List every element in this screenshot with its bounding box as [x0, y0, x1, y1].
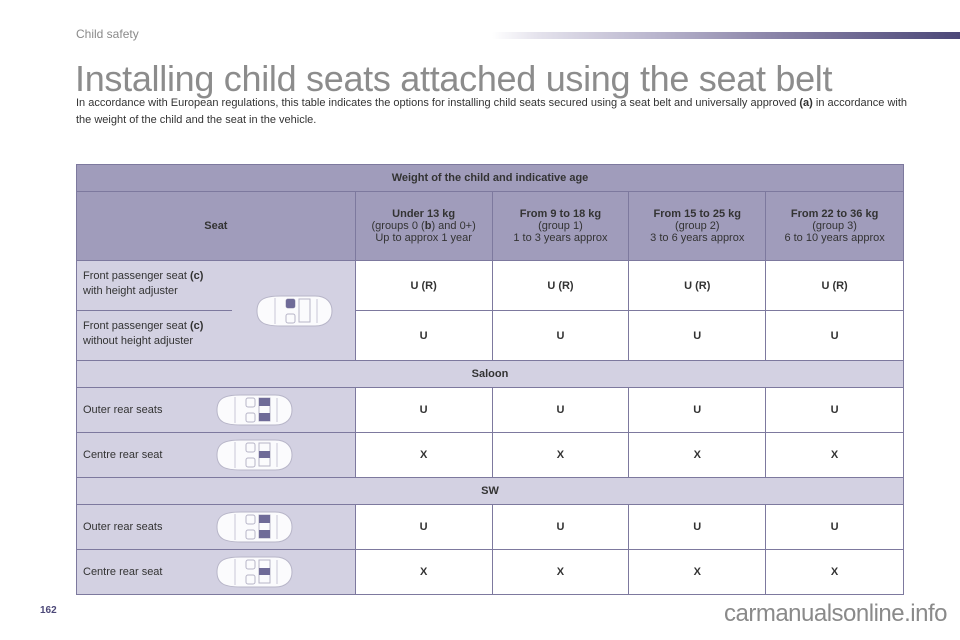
- seat-label-cell: Outer rear seats: [76, 504, 356, 550]
- table-row: Outer rear seats U U U U: [76, 387, 904, 433]
- cell-value: U: [491, 504, 630, 550]
- header-gradient-bar: [492, 32, 960, 39]
- intro-note: (a): [799, 97, 813, 109]
- cell-value: U: [765, 310, 904, 361]
- car-seat-diagram-icon: [256, 295, 333, 327]
- cell-value: U: [354, 310, 493, 361]
- cell-value: U: [765, 504, 904, 550]
- column-group: (group 2): [674, 220, 720, 232]
- column-header: From 22 to 36 kg (group 3) 6 to 10 years…: [765, 191, 904, 261]
- cell-value: X: [354, 432, 493, 478]
- seat-label-cell: Centre rear seat: [76, 549, 356, 595]
- column-group: (groups 0 (b) and 0+): [356, 220, 492, 232]
- column-header: Under 13 kg (groups 0 (b) and 0+) Up to …: [354, 191, 493, 261]
- column-age: 3 to 6 years approx: [650, 232, 745, 244]
- intro-paragraph: In accordance with European regulations,…: [76, 95, 916, 129]
- seat-label: Outer rear seats: [83, 521, 163, 533]
- cell-value: X: [491, 549, 630, 595]
- cell-value: X: [765, 549, 904, 595]
- seat-label: Outer rear seats: [83, 404, 163, 416]
- cell-value: X: [491, 432, 630, 478]
- cell-value: X: [354, 549, 493, 595]
- cell-value: U (R): [491, 260, 630, 311]
- cell-value: U: [628, 310, 767, 361]
- cell-value: U: [628, 387, 767, 433]
- group-text: (groups 0 (: [371, 220, 425, 232]
- car-seat-diagram-icon: [216, 511, 293, 543]
- group-row: SW: [76, 477, 904, 505]
- seat-label: Centre rear seat: [83, 449, 163, 461]
- page-number: 162: [40, 605, 57, 616]
- group-label: Saloon: [76, 360, 904, 388]
- car-seat-diagram-icon: [216, 556, 293, 588]
- cell-value: U: [491, 310, 630, 361]
- seat-label: Front passenger seat (c) without height a…: [83, 320, 204, 347]
- cell-value: X: [628, 549, 767, 595]
- cell-value: U: [491, 387, 630, 433]
- group-label: SW: [76, 477, 904, 505]
- column-weight: From 22 to 36 kg: [790, 208, 879, 220]
- cell-value: U: [354, 504, 493, 550]
- column-group: (group 1): [538, 220, 583, 232]
- seat-label: Centre rear seat: [83, 566, 163, 578]
- seat-label-cell: Outer rear seats: [76, 387, 356, 433]
- column-weight: From 15 to 25 kg: [653, 208, 741, 220]
- cell-value: X: [765, 432, 904, 478]
- page-title: Installing child seats attached using th…: [75, 58, 833, 99]
- seat-label-cell: Centre rear seat: [76, 432, 356, 478]
- cell-value: U (R): [765, 260, 904, 311]
- column-age: Up to approx 1 year: [375, 232, 472, 244]
- cell-value: U: [354, 387, 493, 433]
- column-age: 1 to 3 years approx: [513, 232, 608, 244]
- column-weight: From 9 to 18 kg: [519, 208, 602, 220]
- cell-value: U: [628, 504, 767, 550]
- section-label: Child safety: [76, 27, 139, 41]
- cell-value: U (R): [628, 260, 767, 311]
- front-seat-label-cell: Front passenger seat (c) with height adju…: [76, 260, 356, 361]
- car-seat-diagram-icon: [216, 439, 293, 471]
- column-group: (group 3): [812, 220, 857, 232]
- cell-value: U (R): [354, 260, 493, 311]
- car-seat-diagram-icon: [216, 394, 293, 426]
- group-text: ) and 0+): [431, 220, 476, 232]
- seat-header: Seat: [76, 191, 356, 261]
- seat-label: Front passenger seat (c) with height adju…: [77, 261, 232, 311]
- table-caption: Weight of the child and indicative age: [76, 164, 904, 192]
- column-age: 6 to 10 years approx: [784, 232, 885, 244]
- watermark: carmanualsonline.info: [724, 600, 947, 627]
- table-row: Centre rear seat X X X X: [76, 432, 904, 478]
- cell-value: U: [765, 387, 904, 433]
- intro-text: In accordance with European regulations,…: [76, 97, 800, 109]
- column-header: From 9 to 18 kg (group 1) 1 to 3 years a…: [491, 191, 630, 261]
- group-row: Saloon: [76, 360, 904, 388]
- child-seat-table: Weight of the child and indicative age S…: [76, 164, 904, 595]
- cell-value: X: [628, 432, 767, 478]
- table-row: Centre rear seat X X X X: [76, 549, 904, 595]
- table-row: Outer rear seats U U U U: [76, 504, 904, 550]
- column-weight: Under 13 kg: [392, 208, 456, 220]
- column-header: From 15 to 25 kg (group 2) 3 to 6 years …: [628, 191, 767, 261]
- table-row: Front passenger seat (c) with height adju…: [76, 260, 904, 361]
